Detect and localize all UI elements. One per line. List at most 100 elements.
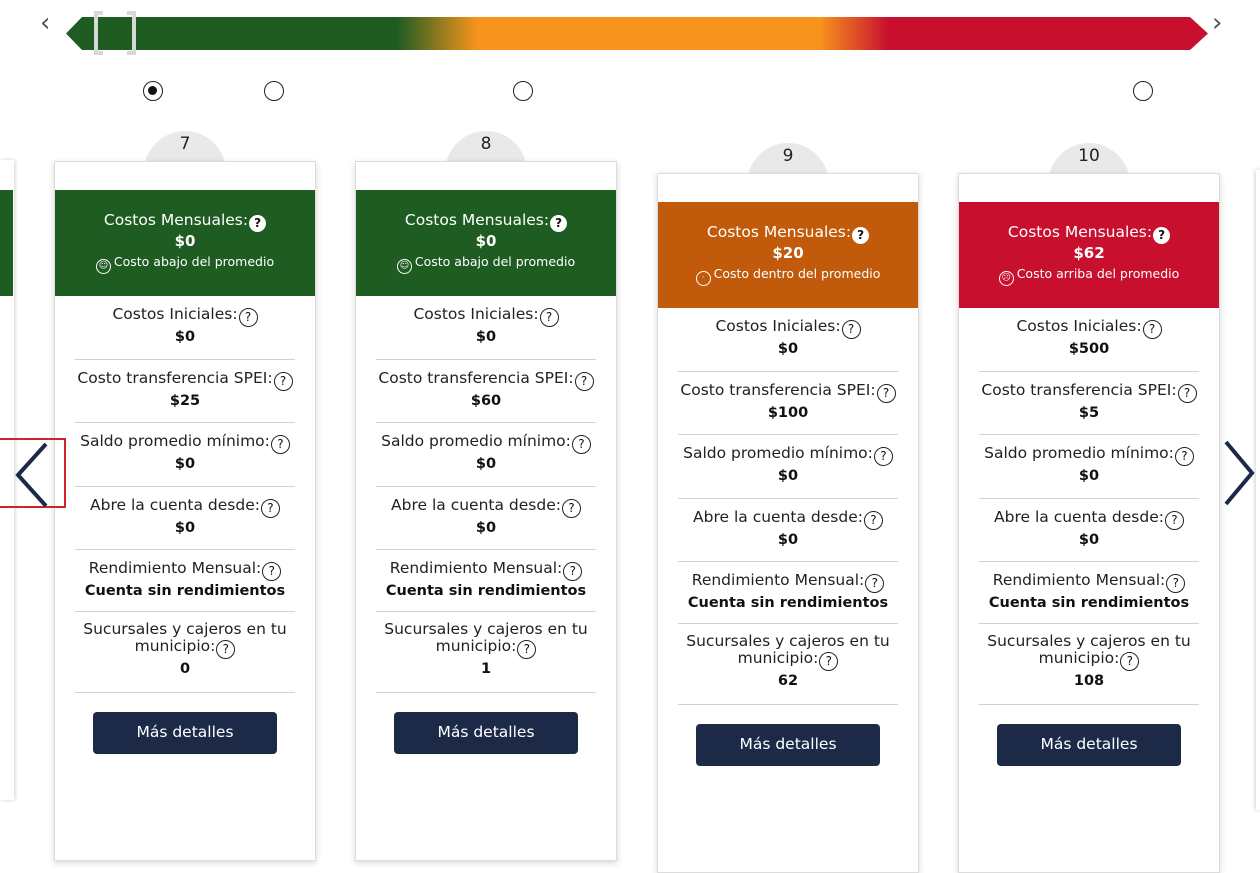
- row-spei-cost: Costo transferencia SPEI:? $25: [75, 360, 295, 423]
- range-radio-1[interactable]: [143, 81, 163, 101]
- row-value: $100: [767, 405, 809, 421]
- row-min-balance: Saldo promedio mínimo:? $0: [979, 435, 1199, 499]
- cost-range-track[interactable]: [66, 17, 1208, 50]
- cost-status-text: Costo abajo del promedio: [414, 254, 576, 269]
- help-icon[interactable]: ?: [865, 574, 885, 593]
- row-value: 0: [179, 661, 191, 677]
- monthly-cost-header: Costos Mensuales:? $62 ☹ Costo arriba del…: [959, 202, 1219, 308]
- row-label: Sucursales y cajeros en tu municipio:: [83, 620, 287, 655]
- range-radio-4[interactable]: [1133, 81, 1153, 101]
- row-initial-costs: Costos Iniciales:? $500: [979, 308, 1199, 372]
- row-open-from: Abre la cuenta desde:? $0: [979, 499, 1199, 562]
- row-label: Costos Iniciales:: [715, 317, 841, 335]
- row-value: 108: [1073, 673, 1105, 689]
- row-value: $0: [475, 520, 497, 536]
- help-icon[interactable]: ?: [561, 499, 581, 518]
- row-label: Saldo promedio mínimo:: [80, 432, 270, 450]
- neutral-face-icon: ·: [695, 271, 711, 286]
- row-value: Cuenta sin rendimientos: [988, 595, 1190, 611]
- help-icon[interactable]: ?: [876, 384, 896, 403]
- row-label: Abre la cuenta desde:: [90, 496, 260, 514]
- help-icon[interactable]: ?: [563, 562, 583, 581]
- row-value: $0: [174, 329, 196, 345]
- carousel-prev-button[interactable]: [0, 438, 66, 508]
- help-icon[interactable]: ?: [216, 640, 236, 659]
- help-icon[interactable]: ?: [260, 499, 280, 518]
- help-icon[interactable]: ?: [1153, 227, 1171, 244]
- range-radio-3[interactable]: [513, 81, 533, 101]
- help-icon[interactable]: ?: [873, 447, 893, 466]
- help-icon[interactable]: ?: [1174, 447, 1194, 466]
- row-label: Saldo promedio mínimo:: [683, 444, 873, 462]
- more-details-button[interactable]: Más detalles: [93, 712, 277, 754]
- help-icon[interactable]: ?: [841, 320, 861, 339]
- row-label: Sucursales y cajeros en tu municipio:: [987, 632, 1191, 667]
- row-initial-costs: Costos Iniciales:? $0: [678, 308, 898, 372]
- help-icon[interactable]: ?: [863, 511, 883, 530]
- row-monthly-return: Rendimiento Mensual:? Cuenta sin rendimi…: [376, 550, 596, 612]
- help-icon[interactable]: ?: [262, 562, 282, 581]
- row-value: $0: [174, 520, 196, 536]
- help-icon[interactable]: ?: [517, 640, 537, 659]
- help-icon[interactable]: ?: [1164, 511, 1184, 530]
- card-number: 7: [179, 134, 191, 154]
- help-icon[interactable]: ?: [539, 308, 559, 327]
- range-handle[interactable]: [92, 11, 138, 57]
- row-value: $0: [174, 456, 196, 472]
- row-label: Saldo promedio mínimo:: [984, 444, 1174, 462]
- range-prev-arrow[interactable]: ‹: [40, 6, 50, 40]
- help-icon[interactable]: ?: [852, 227, 870, 244]
- row-label: Saldo promedio mínimo:: [381, 432, 571, 450]
- help-icon[interactable]: ?: [238, 308, 258, 327]
- card-number: 9: [782, 146, 794, 166]
- chevron-right-icon: [1224, 440, 1255, 506]
- chevron-left-icon: [15, 442, 48, 508]
- row-label: Costos Iniciales:: [1016, 317, 1142, 335]
- row-value: $500: [1068, 341, 1110, 357]
- row-value: Cuenta sin rendimientos: [687, 595, 889, 611]
- row-value: $0: [475, 456, 497, 472]
- row-label: Rendimiento Mensual:: [389, 559, 563, 577]
- more-details-button[interactable]: Más detalles: [997, 724, 1181, 766]
- row-spei-cost: Costo transferencia SPEI:? $100: [678, 372, 898, 435]
- help-icon[interactable]: ?: [550, 215, 568, 232]
- monthly-cost-header: Costos Mensuales:? $0 ☺ Costo abajo del p…: [356, 190, 616, 296]
- row-label: Sucursales y cajeros en tu municipio:: [686, 632, 890, 667]
- help-icon[interactable]: ?: [249, 215, 267, 232]
- row-open-from: Abre la cuenta desde:? $0: [678, 499, 898, 562]
- help-icon[interactable]: ?: [819, 652, 839, 671]
- product-card: Costos Mensuales:? $20 · Costo dentro del…: [657, 173, 919, 873]
- row-branches: Sucursales y cajeros en tu municipio:? 6…: [678, 624, 898, 705]
- row-open-from: Abre la cuenta desde:? $0: [376, 487, 596, 550]
- help-icon[interactable]: ?: [270, 435, 290, 454]
- product-card: Costos Mensuales:? $0 ☺ Costo abajo del p…: [54, 161, 316, 861]
- carousel-next-button[interactable]: [1214, 438, 1260, 508]
- help-icon[interactable]: ?: [1166, 574, 1186, 593]
- help-icon[interactable]: ?: [1177, 384, 1197, 403]
- monthly-costs-label: Costos Mensuales:: [706, 223, 852, 241]
- more-details-button[interactable]: Más detalles: [394, 712, 578, 754]
- more-details-button[interactable]: Más detalles: [696, 724, 880, 766]
- product-card: Costos Mensuales:? $62 ☹ Costo arriba del…: [958, 173, 1220, 873]
- help-icon[interactable]: ?: [1142, 320, 1162, 339]
- row-value: $0: [777, 341, 799, 357]
- row-value: $5: [1078, 405, 1100, 421]
- range-next-arrow[interactable]: ›: [1212, 6, 1222, 40]
- cost-status-text: Costo arriba del promedio: [1016, 266, 1180, 281]
- range-radio-2[interactable]: [264, 81, 284, 101]
- help-icon[interactable]: ?: [571, 435, 591, 454]
- help-icon[interactable]: ?: [1120, 652, 1140, 671]
- monthly-cost-value: $0: [174, 232, 196, 250]
- help-icon[interactable]: ?: [273, 372, 293, 391]
- product-card: Costos Mensuales:? $0 ☺ Costo abajo del p…: [355, 161, 617, 861]
- row-initial-costs: Costos Iniciales:? $0: [376, 296, 596, 360]
- row-label: Costo transferencia SPEI:: [680, 381, 876, 399]
- monthly-cost-value: $62: [1073, 244, 1105, 262]
- monthly-costs-label: Costos Mensuales:: [103, 211, 249, 229]
- row-initial-costs: Costos Iniciales:? $0: [75, 296, 295, 360]
- help-icon[interactable]: ?: [574, 372, 594, 391]
- row-label: Costo transferencia SPEI:: [981, 381, 1177, 399]
- row-value: $0: [1078, 468, 1100, 484]
- row-value: $0: [475, 329, 497, 345]
- row-label: Costos Iniciales:: [413, 305, 539, 323]
